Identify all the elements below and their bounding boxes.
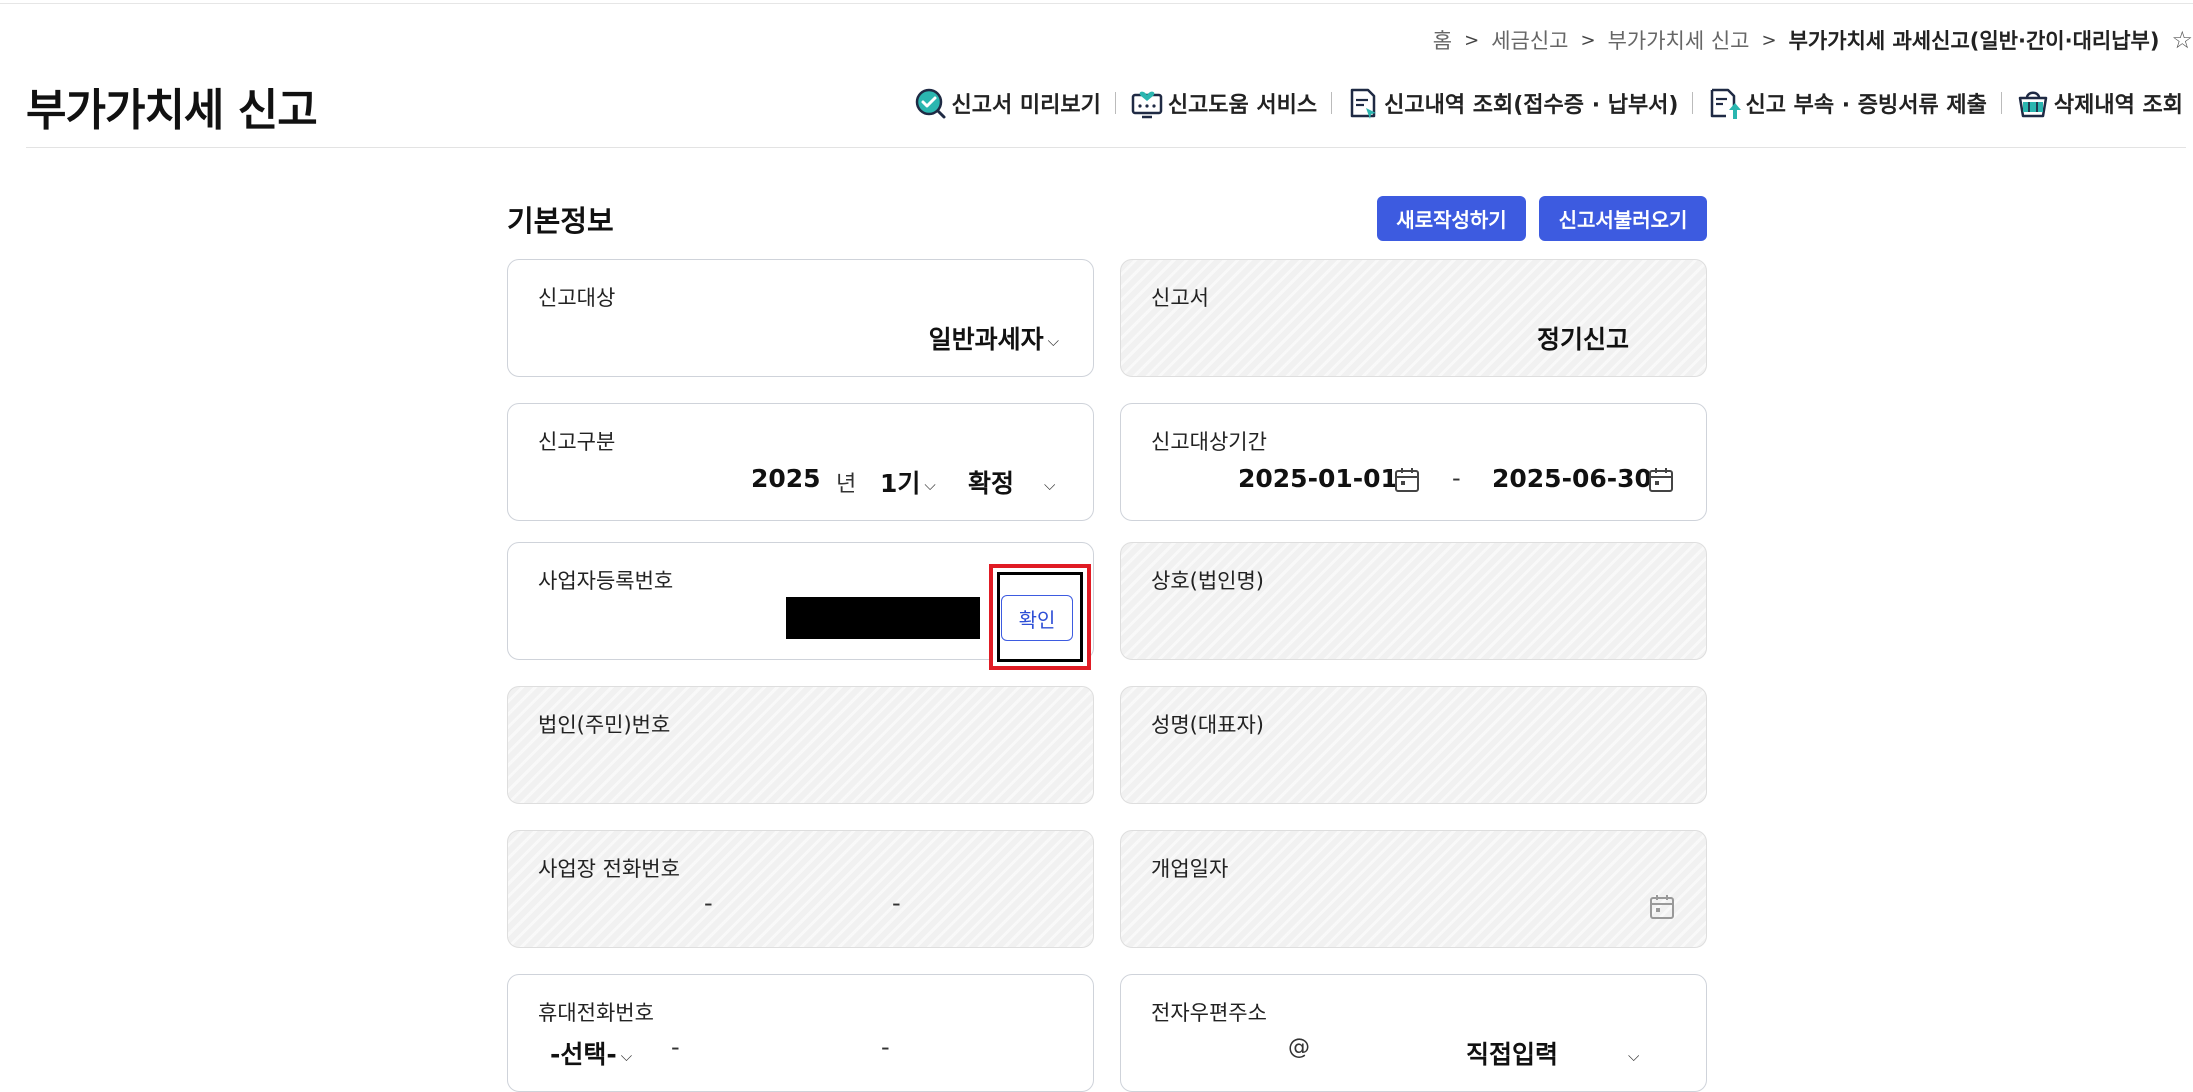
breadcrumb-separator: > bbox=[1761, 29, 1777, 51]
open-date-label: 개업일자 bbox=[1151, 857, 1229, 881]
preview-report-label: 신고서 미리보기 bbox=[951, 93, 1101, 118]
email-label: 전자우편주소 bbox=[1151, 1001, 1267, 1025]
breadcrumb-separator: > bbox=[1580, 29, 1596, 51]
document-search-icon bbox=[1350, 88, 1377, 119]
help-service-label: 신고도움 서비스 bbox=[1167, 93, 1318, 118]
mobile-separator: - bbox=[671, 1033, 680, 1061]
section-title: 기본정보 bbox=[507, 204, 614, 238]
report-target-value: 일반과세자 bbox=[928, 325, 1044, 354]
toolbar-divider bbox=[1114, 92, 1116, 114]
business-phone-field: 사업장 전화번호 - - bbox=[507, 830, 1094, 948]
phone-separator: - bbox=[892, 889, 901, 917]
report-period-value: 1기 bbox=[880, 469, 921, 498]
deleted-history-label: 삭제내역 조회 bbox=[2053, 93, 2183, 118]
representative-field: 성명(대표자) bbox=[1120, 686, 1707, 804]
help-service-button[interactable]: 신고도움 서비스 bbox=[1130, 86, 1317, 120]
report-type-value: 확정 bbox=[968, 469, 1015, 498]
report-target-field: 신고대상 일반과세자 ⌵ bbox=[507, 259, 1094, 377]
report-period-label: 신고대상기간 bbox=[1151, 430, 1267, 454]
breadcrumb-tax-report[interactable]: 세금신고 bbox=[1491, 25, 1568, 55]
chevron-down-icon: ⌵ bbox=[1628, 1047, 1640, 1065]
attachment-submit-label: 신고 부속 · 증빙서류 제출 bbox=[1745, 93, 1987, 118]
deleted-history-button[interactable]: 삭제내역 조회 bbox=[2016, 86, 2183, 120]
top-border bbox=[0, 0, 2193, 4]
breadcrumb: 홈 > 세금신고 > 부가가치세 신고 > 부가가치세 과세신고(일반·간이·대… bbox=[1433, 26, 2193, 54]
report-year-unit: 년 bbox=[836, 472, 857, 497]
report-target-select[interactable]: 일반과세자 ⌵ bbox=[929, 320, 1059, 356]
company-name-field: 상호(법인명) bbox=[1120, 542, 1707, 660]
email-field: 전자우편주소 @ 직접입력 ⌵ bbox=[1120, 974, 1707, 1092]
phone-separator: - bbox=[704, 889, 713, 917]
document-upload-icon bbox=[1711, 88, 1742, 119]
report-target-label: 신고대상 bbox=[538, 286, 616, 310]
calendar-icon[interactable] bbox=[1394, 467, 1420, 493]
report-form-field: 신고서 정기신고 bbox=[1120, 259, 1707, 377]
preview-report-button[interactable]: 신고서 미리보기 bbox=[913, 86, 1101, 120]
email-at-sign: @ bbox=[1288, 1035, 1310, 1060]
breadcrumb-current: 부가가치세 과세신고(일반·간이·대리납부) bbox=[1788, 29, 2160, 53]
calendar-icon[interactable] bbox=[1648, 467, 1674, 493]
chevron-down-icon: ⌵ bbox=[924, 476, 936, 494]
report-year-input[interactable]: 2025 bbox=[751, 464, 821, 493]
mobile-phone-label: 휴대전화번호 bbox=[538, 1001, 654, 1025]
representative-label: 성명(대표자) bbox=[1151, 713, 1264, 737]
business-reg-no-input[interactable] bbox=[786, 597, 980, 639]
toolbar-divider bbox=[1331, 92, 1333, 114]
favorite-star-icon[interactable]: ☆ bbox=[2171, 26, 2193, 54]
new-report-button[interactable]: 새로작성하기 bbox=[1377, 196, 1526, 241]
breadcrumb-home[interactable]: 홈 bbox=[1433, 25, 1452, 55]
corp-no-field: 법인(주민)번호 bbox=[507, 686, 1094, 804]
business-phone-label: 사업장 전화번호 bbox=[538, 857, 680, 881]
chevron-down-icon: ⌵ bbox=[1047, 332, 1059, 350]
open-date-field: 개업일자 bbox=[1120, 830, 1707, 948]
attachment-submit-button[interactable]: 신고 부속 · 증빙서류 제출 bbox=[1707, 86, 1987, 120]
mobile-prefix-value: -선택- bbox=[550, 1040, 617, 1069]
basket-icon bbox=[2018, 91, 2048, 118]
company-name-label: 상호(법인명) bbox=[1151, 569, 1264, 593]
period-from-input[interactable]: 2025-01-01 bbox=[1238, 464, 1398, 493]
report-form-label: 신고서 bbox=[1151, 286, 1209, 310]
period-separator: - bbox=[1452, 464, 1461, 492]
corp-no-label: 법인(주민)번호 bbox=[538, 713, 671, 737]
report-history-label: 신고내역 조회(접수증 · 납부서) bbox=[1384, 93, 1679, 118]
page-title: 부가가치세 신고 bbox=[26, 85, 318, 136]
business-reg-no-label: 사업자등록번호 bbox=[538, 569, 674, 593]
calendar-icon bbox=[1650, 895, 1674, 919]
breadcrumb-separator: > bbox=[1464, 29, 1480, 51]
mobile-phone-field: 휴대전화번호 -선택- ⌵ - - bbox=[507, 974, 1094, 1092]
report-period-select[interactable]: 1기 ⌵ bbox=[880, 464, 936, 500]
period-to-input[interactable]: 2025-06-30 bbox=[1492, 464, 1652, 493]
toolbar-divider bbox=[1692, 92, 1694, 114]
breadcrumb-vat-report[interactable]: 부가가치세 신고 bbox=[1608, 25, 1750, 55]
confirm-button[interactable]: 확인 bbox=[1001, 595, 1073, 641]
report-history-button[interactable]: 신고내역 조회(접수증 · 납부서) bbox=[1346, 86, 1678, 120]
toolbar-divider bbox=[2000, 92, 2002, 114]
report-form-value: 정기신고 bbox=[1537, 325, 1630, 354]
report-division-label: 신고구분 bbox=[538, 430, 616, 454]
load-report-button[interactable]: 신고서불러오기 bbox=[1539, 196, 1707, 241]
header-toolbar: 신고서 미리보기 신고도움 서비스 신고내역 조회(접수증 · 납부서) 신고 … bbox=[913, 86, 2183, 120]
chevron-down-icon: ⌵ bbox=[1044, 476, 1056, 494]
monitor-heart-icon bbox=[1131, 91, 1163, 119]
mobile-separator: - bbox=[881, 1033, 890, 1061]
mobile-prefix-select[interactable]: -선택- ⌵ bbox=[550, 1035, 632, 1071]
check-magnifier-icon bbox=[916, 88, 946, 119]
report-division-field: 신고구분 2025 년 1기 ⌵ 확정 ⌵ bbox=[507, 403, 1094, 521]
header-divider bbox=[26, 147, 2186, 148]
report-period-field: 신고대상기간 2025-01-01 - 2025-06-30 bbox=[1120, 403, 1707, 521]
chevron-down-icon: ⌵ bbox=[620, 1047, 633, 1065]
report-type-select[interactable]: 확정 ⌵ bbox=[968, 464, 1055, 500]
email-domain-value: 직접입력 bbox=[1466, 1040, 1559, 1069]
email-domain-select[interactable]: 직접입력 ⌵ bbox=[1466, 1035, 1639, 1071]
